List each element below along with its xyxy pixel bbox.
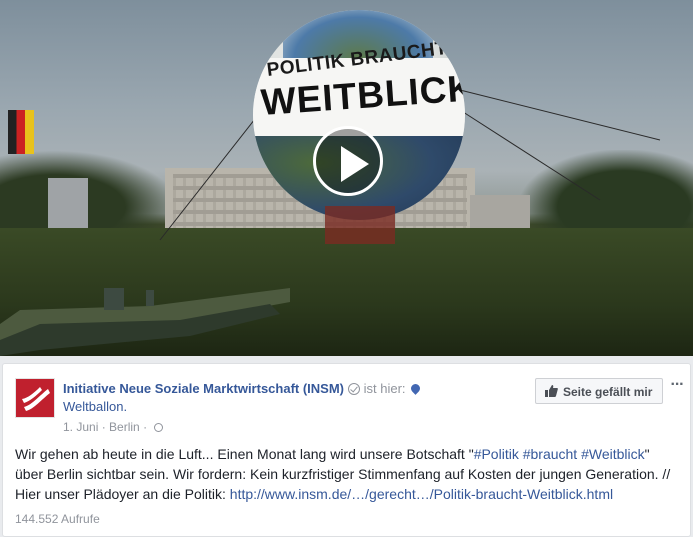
- hashtag-weitblick[interactable]: #Weitblick: [581, 446, 645, 462]
- insm-logo-icon: [22, 387, 50, 411]
- post-url-link[interactable]: http://www.insm.de/…/gerecht…/Politik-br…: [230, 486, 613, 502]
- page-avatar[interactable]: [15, 378, 55, 418]
- thumbs-up-icon: [545, 385, 558, 397]
- page-name-link[interactable]: Initiative Neue Soziale Marktwirtschaft …: [63, 381, 344, 396]
- play-button[interactable]: [313, 126, 383, 196]
- hashtag-politik[interactable]: #Politik: [474, 446, 519, 462]
- view-count: 144.552 Aufrufe: [15, 512, 100, 526]
- play-icon: [341, 146, 369, 182]
- post-text-part1: Wir gehen ab heute in die Luft... Einen …: [15, 446, 474, 462]
- video-player[interactable]: POLITIK BRAUCHT WEITBLICK. in: [0, 0, 693, 356]
- verified-check-icon: [348, 383, 361, 395]
- post-text: Wir gehen ab heute in die Luft... Einen …: [15, 444, 680, 504]
- location-link[interactable]: Weltballon.: [63, 399, 127, 414]
- checkin-label: ist hier:: [363, 381, 406, 396]
- post-meta: 1. Juni · Berlin ·: [63, 420, 164, 434]
- meta-separator: ·: [101, 420, 106, 434]
- post-card: Initiative Neue Soziale Marktwirtschaft …: [2, 363, 691, 537]
- post-date[interactable]: 1. Juni: [63, 420, 98, 434]
- post-header: Initiative Neue Soziale Marktwirtschaft …: [63, 380, 533, 416]
- like-page-label: Seite gefällt mir: [563, 385, 653, 399]
- facebook-video-post: POLITIK BRAUCHT WEITBLICK. in Initiative…: [0, 0, 693, 537]
- more-options-button[interactable]: ···: [667, 376, 687, 396]
- meta-separator-2: ·: [143, 420, 148, 434]
- post-city[interactable]: Berlin: [109, 420, 140, 434]
- globe-icon: [154, 423, 164, 432]
- location-pin-icon: [408, 382, 422, 395]
- balloon-gondola: [325, 206, 395, 244]
- hashtag-braucht[interactable]: #braucht: [523, 446, 577, 462]
- like-page-button[interactable]: Seite gefällt mir: [535, 378, 663, 404]
